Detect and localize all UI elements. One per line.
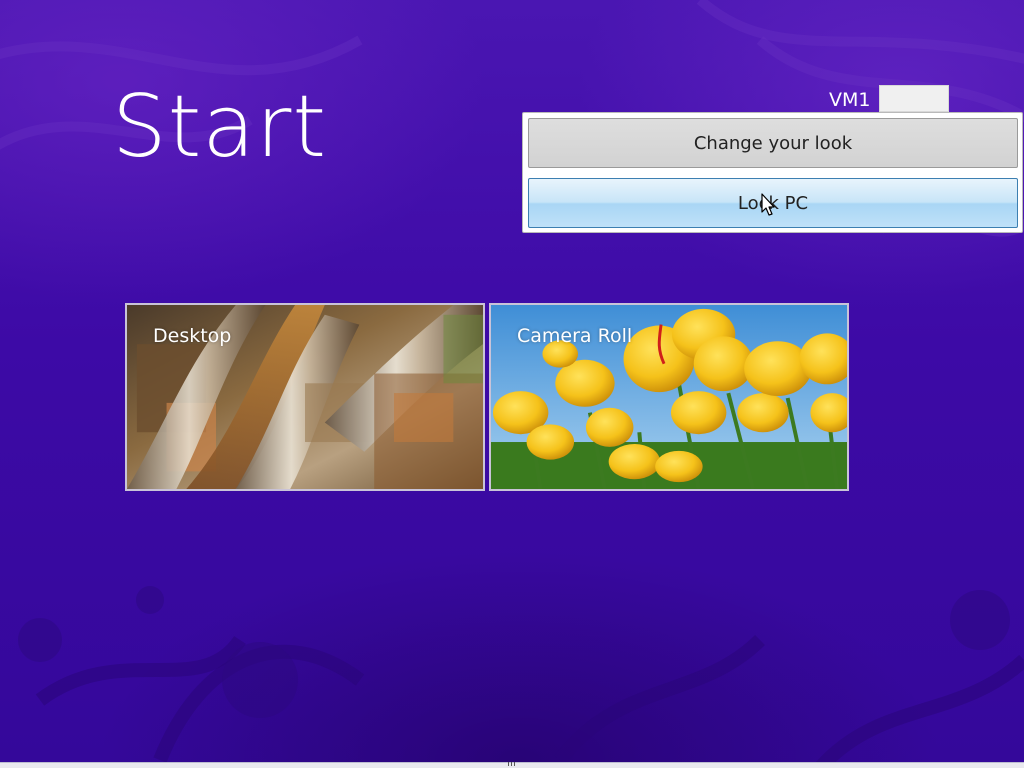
user-avatar[interactable] bbox=[879, 85, 949, 112]
mouse-cursor-icon bbox=[761, 193, 775, 216]
tile-label: Camera Roll bbox=[517, 325, 633, 347]
page-title: Start bbox=[112, 77, 328, 177]
grip-icon[interactable] bbox=[508, 762, 516, 766]
change-your-look-button[interactable]: Change your look bbox=[528, 118, 1018, 168]
tile-desktop[interactable]: Desktop bbox=[125, 303, 485, 491]
start-screen: Start VM1 Change your look Lock PC Deskt… bbox=[0, 0, 1024, 768]
tile-label: Desktop bbox=[153, 325, 232, 347]
tile-camera-roll[interactable]: Camera Roll bbox=[489, 303, 849, 491]
user-name[interactable]: VM1 bbox=[829, 89, 870, 111]
